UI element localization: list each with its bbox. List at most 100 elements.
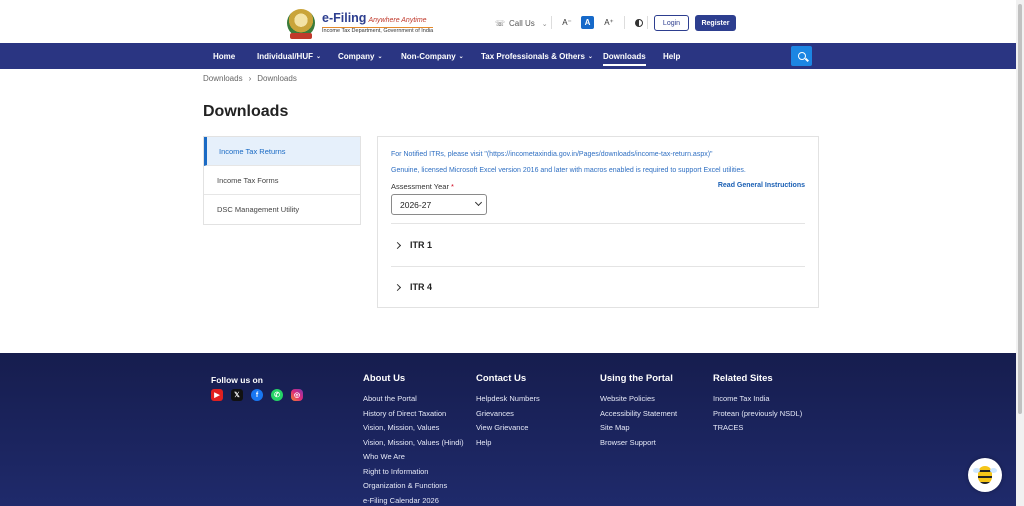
chevron-down-icon: ⌄	[541, 20, 548, 28]
main-nav: Home Individual/HUF ⌄ Company ⌄ Non-Compan…	[0, 43, 1024, 69]
footer-link[interactable]: Accessibility Statement	[600, 409, 677, 424]
register-button[interactable]: Register	[695, 15, 736, 31]
chevron-down-icon: ⌄	[316, 53, 322, 60]
divider	[391, 266, 805, 267]
footer-link[interactable]: Help	[476, 438, 540, 453]
sidebar-item-dsc-management-utility[interactable]: DSC Management Utility	[204, 195, 360, 224]
instagram-icon[interactable]: ◎	[291, 389, 303, 401]
national-emblem-icon	[287, 9, 315, 39]
normal-font-button[interactable]: A	[581, 16, 594, 29]
logo-title: e-Filing	[322, 11, 367, 25]
chevron-down-icon	[474, 198, 483, 207]
breadcrumb: Downloads › Downloads	[203, 74, 297, 83]
contrast-toggle[interactable]	[633, 16, 645, 29]
footer-link[interactable]: TRACES	[713, 423, 802, 438]
footer-link[interactable]: Grievances	[476, 409, 540, 424]
footer-link[interactable]: Right to Information	[363, 467, 464, 482]
footer-link[interactable]: Protean (previously NSDL)	[713, 409, 802, 424]
assessment-year-value: 2026-27	[400, 199, 432, 210]
scrollbar-thumb[interactable]	[1018, 4, 1022, 414]
increase-font-button[interactable]: A⁺	[602, 16, 616, 29]
assessment-year-select[interactable]: 2026-27	[391, 194, 487, 215]
page-scrollbar[interactable]	[1016, 0, 1024, 506]
header-divider	[647, 16, 648, 29]
logo-subtitle: Income Tax Department, Government of Ind…	[322, 26, 434, 34]
footer-link[interactable]: Browser Support	[600, 438, 677, 453]
read-general-instructions-link[interactable]: Read General Instructions	[718, 182, 805, 189]
facebook-icon[interactable]: f	[251, 389, 263, 401]
follow-us-section: Follow us on ▶ 𝕏 f ✆ ◎	[211, 373, 303, 401]
footer-link[interactable]: About the Portal	[363, 394, 464, 409]
breadcrumb-downloads-link[interactable]: Downloads	[203, 74, 243, 83]
chevron-down-icon: ⌄	[377, 53, 383, 60]
nav-downloads[interactable]: Downloads	[603, 43, 646, 69]
whatsapp-icon[interactable]: ✆	[271, 389, 283, 401]
efiling-logo[interactable]: e-Filing Anywhere Anytime Income Tax Depa…	[287, 9, 434, 39]
chevron-down-icon: ⌄	[587, 53, 593, 60]
footer-heading: About Us	[363, 373, 406, 384]
page-title: Downloads	[203, 103, 289, 120]
login-button[interactable]: Login	[654, 15, 689, 31]
itr-label: ITR 4	[410, 282, 433, 292]
header-divider	[551, 16, 552, 29]
youtube-icon[interactable]: ▶	[211, 389, 223, 401]
assessment-year-label: Assessment Year *	[391, 182, 454, 191]
footer-link[interactable]: Helpdesk Numbers	[476, 394, 540, 409]
header-divider	[624, 16, 625, 29]
sidebar-item-income-tax-forms[interactable]: Income Tax Forms	[204, 166, 360, 195]
footer-link[interactable]: Website Policies	[600, 394, 677, 409]
itr-1-accordion[interactable]: ITR 1	[391, 235, 805, 255]
x-twitter-icon[interactable]: 𝕏	[231, 389, 243, 401]
footer-link[interactable]: View Grievance	[476, 423, 540, 438]
footer-link[interactable]: e-Filing Calendar 2026	[363, 496, 464, 506]
downloads-sidebar: Income Tax Returns Income Tax Forms DSC …	[203, 136, 361, 225]
nav-tax-professionals[interactable]: Tax Professionals & Others ⌄	[481, 43, 593, 69]
footer-about-column: About Us About the Portal History of Dir…	[363, 373, 464, 506]
sidebar-item-income-tax-returns[interactable]: Income Tax Returns	[204, 137, 360, 166]
contrast-icon	[635, 18, 643, 27]
nav-home[interactable]: Home	[213, 43, 235, 69]
notified-itr-notice[interactable]: For Notified ITRs, please visit "(https:…	[391, 151, 713, 158]
chevron-right-icon	[393, 241, 402, 249]
phone-icon: ☏	[495, 19, 506, 28]
follow-us-heading: Follow us on	[211, 375, 263, 385]
footer-link[interactable]: Vision, Mission, Values (Hindi)	[363, 438, 464, 453]
footer-heading: Using the Portal	[600, 373, 673, 384]
nav-non-company[interactable]: Non-Company ⌄	[401, 43, 464, 69]
decrease-font-button[interactable]: A⁻	[561, 16, 573, 29]
footer-link[interactable]: Income Tax India	[713, 394, 802, 409]
required-marker: *	[450, 182, 454, 191]
nav-individual-huf[interactable]: Individual/HUF ⌄	[257, 43, 321, 69]
footer-heading: Related Sites	[713, 373, 773, 384]
call-us-label: Call Us	[509, 19, 535, 28]
search-button[interactable]	[791, 46, 812, 66]
bee-mascot-icon	[973, 466, 997, 484]
chatbot-button[interactable]	[968, 458, 1002, 492]
excel-requirement-notice: Genuine, licensed Microsoft Excel versio…	[391, 167, 746, 174]
footer-link[interactable]: History of Direct Taxation	[363, 409, 464, 424]
breadcrumb-current: Downloads	[257, 74, 297, 83]
footer-link[interactable]: Organization & Functions	[363, 481, 464, 496]
chevron-down-icon: ⌄	[458, 53, 464, 60]
footer-related-sites-column: Related Sites Income Tax India Protean (…	[713, 373, 802, 438]
call-us-dropdown[interactable]: ☏ Call Us ⌄	[495, 19, 548, 28]
nav-help[interactable]: Help	[663, 43, 680, 69]
footer-link[interactable]: Site Map	[600, 423, 677, 438]
site-footer: Follow us on ▶ 𝕏 f ✆ ◎ About Us About th…	[0, 353, 1024, 506]
footer-using-portal-column: Using the Portal Website Policies Access…	[600, 373, 677, 452]
search-icon	[797, 52, 806, 60]
footer-heading: Contact Us	[476, 373, 527, 384]
footer-link[interactable]: Who We Are	[363, 452, 464, 467]
footer-contact-column: Contact Us Helpdesk Numbers Grievances V…	[476, 373, 540, 452]
top-header: e-Filing Anywhere Anytime Income Tax Depa…	[0, 0, 1024, 43]
social-links: ▶ 𝕏 f ✆ ◎	[211, 389, 303, 401]
itr-label: ITR 1	[410, 240, 433, 250]
breadcrumb-separator: ›	[248, 74, 252, 83]
logo-tagline: Anywhere Anytime	[368, 17, 427, 24]
footer-link[interactable]: Vision, Mission, Values	[363, 423, 464, 438]
nav-company[interactable]: Company ⌄	[338, 43, 382, 69]
itr-4-accordion[interactable]: ITR 4	[391, 277, 805, 297]
chevron-right-icon	[393, 283, 402, 291]
downloads-panel: For Notified ITRs, please visit "(https:…	[377, 136, 819, 308]
divider	[391, 223, 805, 224]
